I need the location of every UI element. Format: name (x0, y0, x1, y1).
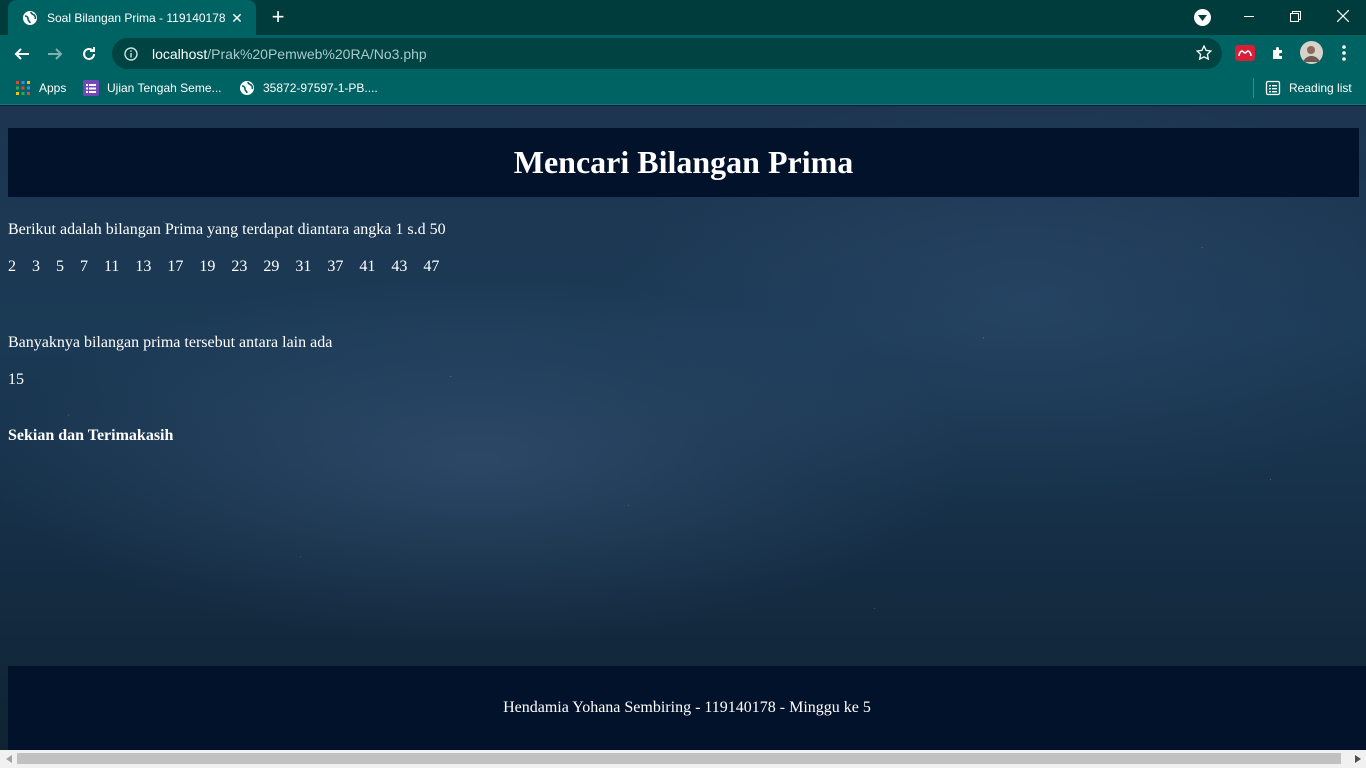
profile-avatar[interactable] (1300, 41, 1323, 64)
count-label: Banyaknya bilangan prima tersebut antara… (8, 334, 333, 351)
globe-icon (22, 10, 38, 26)
forward-button[interactable] (42, 41, 68, 67)
prime-number: 3 (32, 258, 40, 275)
prime-number: 31 (295, 258, 312, 275)
back-button[interactable] (9, 41, 35, 67)
bookmark-label: 35872-97597-1-PB.... (263, 81, 378, 95)
prime-number: 19 (199, 258, 216, 275)
tab-close-icon[interactable]: ✕ (228, 9, 246, 27)
new-tab-button[interactable]: + (266, 6, 290, 30)
address-bar[interactable]: localhost/Prak%20Pemweb%20RA/No3.php (112, 38, 1222, 69)
tab-title: Soal Bilangan Prima - 119140178 (47, 10, 226, 25)
page-title: Mencari Bilangan Prima (513, 144, 854, 180)
prime-number: 47 (423, 258, 440, 275)
url-path: /Prak%20Pemweb%20RA/No3.php (207, 45, 427, 62)
tab-strip: Soal Bilangan Prima - 119140178 ✕ + (0, 0, 1366, 35)
prime-number: 29 (263, 258, 280, 275)
url-host: localhost (152, 45, 208, 62)
prime-number: 7 (80, 258, 88, 275)
horizontal-scrollbar[interactable] (0, 750, 1366, 768)
bookmark-pdf[interactable]: 35872-97597-1-PB.... (239, 78, 378, 98)
page-footer: Hendamia Yohana Sembiring - 119140178 - … (8, 666, 1366, 750)
apps-grid-icon (15, 80, 31, 96)
prime-number: 41 (359, 258, 376, 275)
reading-list-icon (1265, 80, 1281, 96)
bookmark-label: Apps (39, 81, 67, 95)
bookmark-apps[interactable]: Apps (15, 78, 66, 98)
mendeley-extension-icon[interactable] (1235, 43, 1255, 63)
minimize-button[interactable] (1226, 0, 1272, 32)
prime-number: 23 (231, 258, 248, 275)
reload-button[interactable] (76, 41, 102, 67)
prime-number: 43 (391, 258, 408, 275)
reading-list-label: Reading list (1289, 81, 1352, 95)
close-window-button[interactable] (1320, 0, 1366, 32)
bookmark-label: Ujian Tengah Seme... (107, 81, 222, 95)
prime-list: 2 3 5 7 11 13 17 19 23 29 31 37 41 43 47 (8, 258, 455, 276)
prime-number: 13 (135, 258, 152, 275)
bookmark-ujian[interactable]: Ujian Tengah Seme... (83, 78, 222, 98)
bookmarks-bar: Apps Ujian Tengah Seme... 35872-97597-1-… (0, 72, 1366, 105)
scroll-right-icon[interactable] (1349, 750, 1366, 768)
closing-text: Sekian dan Terimakasih (8, 427, 174, 444)
globe-icon (239, 80, 255, 96)
count-value: 15 (8, 371, 24, 388)
bookmark-separator (1253, 78, 1254, 98)
footer-text: Hendamia Yohana Sembiring - 119140178 - … (503, 699, 871, 716)
scrollbar-thumb[interactable] (17, 753, 1341, 764)
list-icon (83, 80, 99, 96)
page-header-banner: Mencari Bilangan Prima (8, 128, 1359, 197)
reading-list-button[interactable]: Reading list (1265, 78, 1352, 98)
restore-button[interactable] (1272, 0, 1318, 32)
prime-number: 37 (327, 258, 344, 275)
prime-number: 17 (167, 258, 184, 275)
extensions-puzzle-icon[interactable] (1268, 43, 1288, 63)
tab-search-icon[interactable] (1194, 9, 1211, 26)
browser-tab[interactable]: Soal Bilangan Prima - 119140178 ✕ (8, 0, 256, 35)
browser-toolbar: localhost/Prak%20Pemweb%20RA/No3.php (0, 35, 1366, 72)
intro-text: Berikut adalah bilangan Prima yang terda… (8, 221, 446, 238)
browser-menu-icon[interactable] (1334, 43, 1354, 63)
prime-number: 11 (104, 258, 120, 275)
scroll-left-icon[interactable] (0, 750, 17, 768)
prime-number: 2 (8, 258, 16, 275)
bookmark-star-icon[interactable] (1196, 45, 1212, 61)
prime-number: 5 (56, 258, 64, 275)
site-info-icon[interactable] (124, 46, 138, 61)
page-viewport: Mencari Bilangan Prima Berikut adalah bi… (0, 106, 1366, 750)
